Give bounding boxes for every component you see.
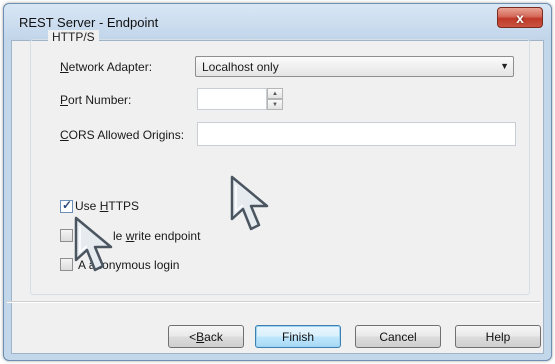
finish-button[interactable]: Finish bbox=[255, 325, 341, 348]
network-adapter-label: Network Adapter: bbox=[60, 60, 153, 74]
back-button[interactable]: < Back bbox=[168, 325, 244, 348]
help-button[interactable]: Help bbox=[455, 325, 541, 348]
cors-label: CORS Allowed Origins: bbox=[60, 128, 185, 142]
anonymous-login-checkbox[interactable] bbox=[60, 258, 73, 271]
close-button[interactable]: x bbox=[497, 7, 543, 28]
spin-down-icon[interactable]: ▼ bbox=[267, 99, 283, 110]
button-separator bbox=[7, 301, 540, 303]
network-adapter-value: Localhost only bbox=[202, 60, 279, 74]
dropdown-arrow-icon: ▼ bbox=[500, 61, 509, 71]
use-https-label: Use HTTPS bbox=[75, 199, 140, 213]
port-number-label: Port Number: bbox=[60, 93, 132, 107]
spin-up-icon[interactable]: ▲ bbox=[267, 88, 283, 99]
network-adapter-select[interactable]: Localhost only ▼ bbox=[195, 56, 514, 77]
port-number-spinner: ▲ ▼ bbox=[267, 88, 283, 110]
port-number-input[interactable] bbox=[197, 88, 267, 110]
mouse-pointer-icon bbox=[74, 216, 113, 272]
write-endpoint-checkbox[interactable] bbox=[60, 229, 73, 242]
check-icon: ✓ bbox=[62, 198, 73, 212]
mouse-pointer-icon bbox=[230, 175, 269, 231]
use-https-checkbox[interactable]: ✓ bbox=[60, 198, 73, 213]
close-icon: x bbox=[516, 9, 524, 26]
group-title: HTTP/S bbox=[48, 30, 99, 44]
write-endpoint-label: le write endpoint bbox=[113, 229, 201, 243]
cors-origins-input[interactable] bbox=[197, 122, 516, 146]
window-title: REST Server - Endpoint bbox=[19, 15, 159, 30]
cancel-button[interactable]: Cancel bbox=[355, 325, 441, 348]
